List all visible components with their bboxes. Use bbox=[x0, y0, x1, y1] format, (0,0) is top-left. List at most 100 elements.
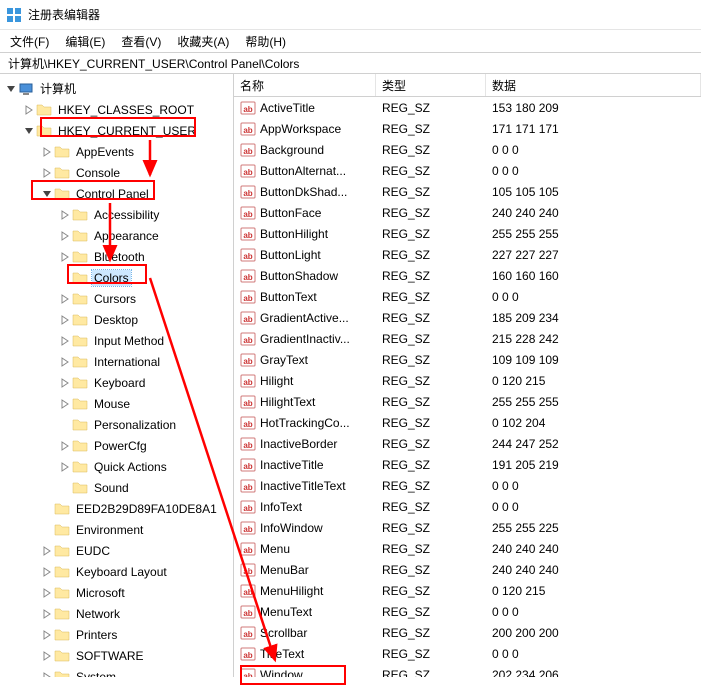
value-row[interactable]: abInactiveTitleREG_SZ191 205 219 bbox=[234, 454, 701, 475]
tree-system[interactable]: System bbox=[0, 666, 233, 677]
chevron-right-icon[interactable] bbox=[22, 103, 36, 117]
value-row[interactable]: abHilightREG_SZ0 120 215 bbox=[234, 370, 701, 391]
value-row[interactable]: abHotTrackingCo...REG_SZ0 102 204 bbox=[234, 412, 701, 433]
value-row[interactable]: abButtonHilightREG_SZ255 255 255 bbox=[234, 223, 701, 244]
tree-quickactions[interactable]: Quick Actions bbox=[0, 456, 233, 477]
tree-root-computer[interactable]: 计算机 bbox=[0, 78, 233, 99]
tree-eudc[interactable]: EUDC bbox=[0, 540, 233, 561]
tree-eed[interactable]: EED2B29D89FA10DE8A1 bbox=[0, 498, 233, 519]
tree-desktop[interactable]: Desktop bbox=[0, 309, 233, 330]
tree-appevents[interactable]: AppEvents bbox=[0, 141, 233, 162]
chevron-down-icon[interactable] bbox=[4, 82, 18, 96]
chevron-right-icon[interactable] bbox=[58, 397, 72, 411]
value-row[interactable]: abInfoWindowREG_SZ255 255 225 bbox=[234, 517, 701, 538]
value-name-cell: abGradientActive... bbox=[234, 310, 376, 326]
value-row[interactable]: abButtonLightREG_SZ227 227 227 bbox=[234, 244, 701, 265]
value-row[interactable]: abButtonAlternat...REG_SZ0 0 0 bbox=[234, 160, 701, 181]
tree-appearance[interactable]: Appearance bbox=[0, 225, 233, 246]
address-bar[interactable]: 计算机\HKEY_CURRENT_USER\Control Panel\Colo… bbox=[0, 52, 701, 74]
chevron-right-icon[interactable] bbox=[58, 334, 72, 348]
value-row[interactable]: abMenuHilightREG_SZ0 120 215 bbox=[234, 580, 701, 601]
value-row[interactable]: abGrayTextREG_SZ109 109 109 bbox=[234, 349, 701, 370]
tree-printers[interactable]: Printers bbox=[0, 624, 233, 645]
value-row[interactable]: abInfoTextREG_SZ0 0 0 bbox=[234, 496, 701, 517]
value-row[interactable]: abTitleTextREG_SZ0 0 0 bbox=[234, 643, 701, 664]
svg-text:ab: ab bbox=[243, 378, 252, 387]
menu-edit[interactable]: 编辑(E) bbox=[59, 31, 111, 52]
tree-environment[interactable]: Environment bbox=[0, 519, 233, 540]
value-row[interactable]: abInactiveTitleTextREG_SZ0 0 0 bbox=[234, 475, 701, 496]
chevron-right-icon[interactable] bbox=[40, 145, 54, 159]
value-row[interactable]: abAppWorkspaceREG_SZ171 171 171 bbox=[234, 118, 701, 139]
chevron-right-icon[interactable] bbox=[58, 208, 72, 222]
tree-inputmethod[interactable]: Input Method bbox=[0, 330, 233, 351]
tree-bluetooth[interactable]: Bluetooth bbox=[0, 246, 233, 267]
value-row[interactable]: abMenuBarREG_SZ240 240 240 bbox=[234, 559, 701, 580]
menu-file[interactable]: 文件(F) bbox=[4, 31, 55, 52]
value-row[interactable]: abBackgroundREG_SZ0 0 0 bbox=[234, 139, 701, 160]
value-type: REG_SZ bbox=[376, 248, 486, 262]
tree-personalization[interactable]: Personalization bbox=[0, 414, 233, 435]
value-row[interactable]: abGradientInactiv...REG_SZ215 228 242 bbox=[234, 328, 701, 349]
tree-network[interactable]: Network bbox=[0, 603, 233, 624]
chevron-right-icon[interactable] bbox=[58, 250, 72, 264]
value-row[interactable]: abWindowREG_SZ202 234 206 bbox=[234, 664, 701, 677]
chevron-right-icon[interactable] bbox=[58, 376, 72, 390]
tree-keyboard[interactable]: Keyboard bbox=[0, 372, 233, 393]
chevron-right-icon[interactable] bbox=[40, 544, 54, 558]
tree-cursors[interactable]: Cursors bbox=[0, 288, 233, 309]
tree-hkcr[interactable]: HKEY_CLASSES_ROOT bbox=[0, 99, 233, 120]
list-body[interactable]: abActiveTitleREG_SZ153 180 209abAppWorks… bbox=[234, 97, 701, 677]
chevron-down-icon[interactable] bbox=[40, 187, 54, 201]
value-row[interactable]: abHilightTextREG_SZ255 255 255 bbox=[234, 391, 701, 412]
value-type: REG_SZ bbox=[376, 332, 486, 346]
chevron-right-icon[interactable] bbox=[58, 313, 72, 327]
tree-sound[interactable]: Sound bbox=[0, 477, 233, 498]
value-row[interactable]: abActiveTitleREG_SZ153 180 209 bbox=[234, 97, 701, 118]
twisty-none bbox=[40, 502, 54, 516]
value-row[interactable]: abMenuREG_SZ240 240 240 bbox=[234, 538, 701, 559]
menu-help[interactable]: 帮助(H) bbox=[239, 31, 292, 52]
value-row[interactable]: abButtonFaceREG_SZ240 240 240 bbox=[234, 202, 701, 223]
tree-console[interactable]: Console bbox=[0, 162, 233, 183]
svg-text:ab: ab bbox=[243, 441, 252, 450]
tree-microsoft[interactable]: Microsoft bbox=[0, 582, 233, 603]
tree-accessibility[interactable]: Accessibility bbox=[0, 204, 233, 225]
tree-hkcu[interactable]: HKEY_CURRENT_USER bbox=[0, 120, 233, 141]
chevron-right-icon[interactable] bbox=[40, 649, 54, 663]
chevron-right-icon[interactable] bbox=[40, 628, 54, 642]
tree-node-label: Control Panel bbox=[74, 186, 151, 202]
chevron-right-icon[interactable] bbox=[40, 166, 54, 180]
tree-pane[interactable]: 计算机HKEY_CLASSES_ROOT HKEY_CURRENT_USER App… bbox=[0, 74, 234, 677]
tree-node-label: HKEY_CURRENT_USER bbox=[56, 123, 198, 139]
chevron-right-icon[interactable] bbox=[58, 439, 72, 453]
value-row[interactable]: abGradientActive...REG_SZ185 209 234 bbox=[234, 307, 701, 328]
chevron-right-icon[interactable] bbox=[58, 460, 72, 474]
tree-international[interactable]: International bbox=[0, 351, 233, 372]
column-name[interactable]: 名称 bbox=[234, 74, 376, 96]
chevron-right-icon[interactable] bbox=[58, 355, 72, 369]
value-row[interactable]: abButtonTextREG_SZ0 0 0 bbox=[234, 286, 701, 307]
tree-controlpanel[interactable]: Control Panel bbox=[0, 183, 233, 204]
chevron-right-icon[interactable] bbox=[40, 670, 54, 678]
tree-powercfg[interactable]: PowerCfg bbox=[0, 435, 233, 456]
menu-favorites[interactable]: 收藏夹(A) bbox=[171, 31, 235, 52]
menu-view[interactable]: 查看(V) bbox=[115, 31, 167, 52]
chevron-right-icon[interactable] bbox=[40, 565, 54, 579]
value-row[interactable]: abMenuTextREG_SZ0 0 0 bbox=[234, 601, 701, 622]
value-row[interactable]: abInactiveBorderREG_SZ244 247 252 bbox=[234, 433, 701, 454]
tree-colors[interactable]: Colors bbox=[0, 267, 233, 288]
column-data[interactable]: 数据 bbox=[486, 74, 701, 96]
tree-mouse[interactable]: Mouse bbox=[0, 393, 233, 414]
tree-keyboardlayout[interactable]: Keyboard Layout bbox=[0, 561, 233, 582]
chevron-down-icon[interactable] bbox=[22, 124, 36, 138]
chevron-right-icon[interactable] bbox=[58, 229, 72, 243]
chevron-right-icon[interactable] bbox=[58, 292, 72, 306]
chevron-right-icon[interactable] bbox=[40, 586, 54, 600]
chevron-right-icon[interactable] bbox=[40, 607, 54, 621]
tree-software[interactable]: SOFTWARE bbox=[0, 645, 233, 666]
value-row[interactable]: abButtonDkShad...REG_SZ105 105 105 bbox=[234, 181, 701, 202]
column-type[interactable]: 类型 bbox=[376, 74, 486, 96]
value-row[interactable]: abScrollbarREG_SZ200 200 200 bbox=[234, 622, 701, 643]
value-row[interactable]: abButtonShadowREG_SZ160 160 160 bbox=[234, 265, 701, 286]
